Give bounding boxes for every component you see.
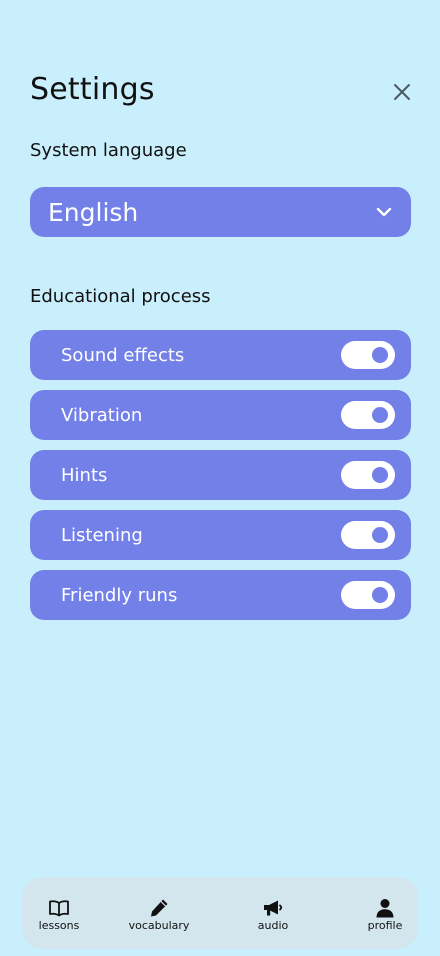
setting-label: Listening [61,524,143,546]
setting-row-friendly-runs: Friendly runs [30,570,411,620]
nav-label: profile [367,919,403,932]
nav-item-lessons[interactable]: lessons [30,877,88,949]
setting-row-sound-effects: Sound effects [30,330,411,380]
nav-item-audio[interactable]: audio [244,877,302,949]
educational-process-label: Educational process [30,286,211,307]
setting-label: Hints [61,464,108,486]
hints-toggle[interactable] [341,461,395,489]
nav-label: vocabulary [128,919,190,932]
language-value: English [48,197,139,227]
nav-label: lessons [38,919,80,932]
chevron-down-icon [376,207,392,217]
setting-label: Sound effects [61,344,185,366]
setting-row-vibration: Vibration [30,390,411,440]
setting-row-listening: Listening [30,510,411,560]
pencil-icon [151,899,168,917]
friendly-runs-toggle[interactable] [341,581,395,609]
nav-item-vocabulary[interactable]: vocabulary [122,877,196,949]
megaphone-icon [264,900,283,916]
book-icon [49,900,69,917]
language-select[interactable]: English [30,187,411,237]
setting-label: Vibration [61,404,143,426]
close-icon[interactable] [388,78,416,106]
toggle-knob [372,587,388,603]
setting-label: Friendly runs [61,584,178,606]
toggle-knob [372,407,388,423]
bottom-nav: lessons vocabulary audio profile [22,877,418,949]
vibration-toggle[interactable] [341,401,395,429]
toggle-knob [372,467,388,483]
sound-effects-toggle[interactable] [341,341,395,369]
toggle-knob [372,347,388,363]
setting-row-hints: Hints [30,450,411,500]
person-icon [376,899,394,918]
listening-toggle[interactable] [341,521,395,549]
system-language-label: System language [30,140,187,161]
toggle-knob [372,527,388,543]
nav-label: audio [257,919,289,932]
page-title: Settings [30,72,155,107]
nav-item-profile[interactable]: profile [356,877,414,949]
